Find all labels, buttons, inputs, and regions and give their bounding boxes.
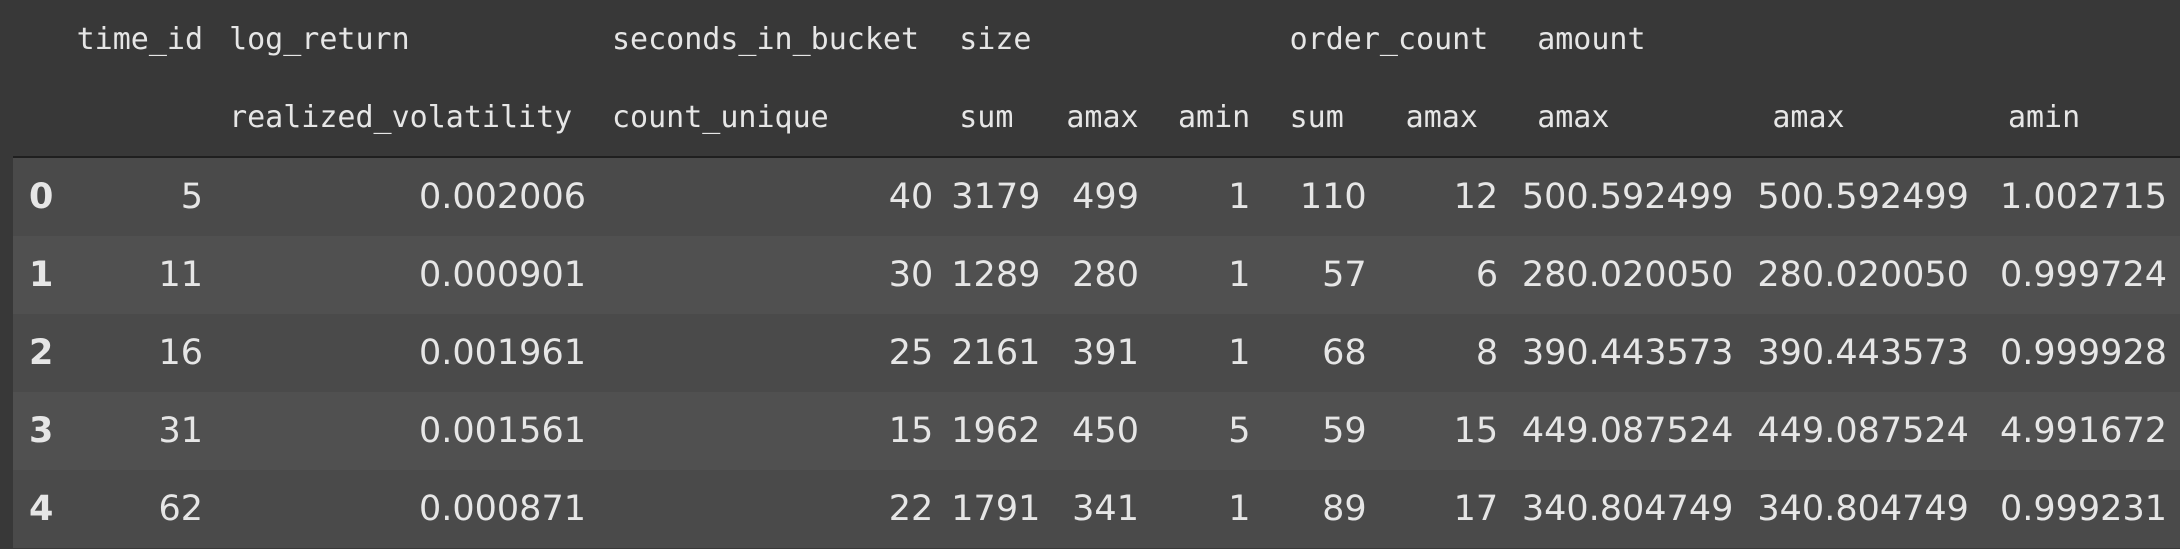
cell-amount-amax-1: 340.804749 [1521,489,1734,529]
cell-order-sum: 89 [1322,489,1367,529]
row-index: 2 [29,333,54,373]
cell-size-amax: 391 [1072,333,1139,373]
cell-realized-volatility: 0.000871 [418,489,586,529]
table-row: 1 11 0.000901 30 1289 280 1 57 6 280.020… [13,236,2180,314]
index-subheader [13,78,69,158]
subheader-size-sum: sum [933,78,1041,158]
cell-realized-volatility: 0.001961 [418,333,586,373]
cell-realized-volatility: 0.000901 [418,255,586,295]
header-seconds-in-bucket: seconds_in_bucket [612,21,920,57]
cell-count-unique: 15 [888,411,934,451]
cell-amount-amax-2: 500.592499 [1757,177,1969,217]
cell-count-unique: 22 [888,489,934,529]
cell-count-unique: 25 [888,333,934,373]
header-row-top: time_id log_return seconds_in_bucket siz… [13,0,2180,78]
header-log-return: log_return [229,21,410,57]
subheader-size-amin: amin [1151,78,1264,158]
cell-amount-amin: 0.999724 [1999,255,2167,295]
header-blank [1152,0,1264,78]
cell-size-amin: 5 [1228,411,1251,451]
row-index: 0 [29,177,54,217]
cell-size-sum: 1962 [951,411,1041,451]
cell-time-id: 5 [180,177,204,217]
cell-amount-amin: 4.991672 [1999,411,2167,451]
cell-order-amax: 12 [1453,177,1499,217]
row-index: 3 [29,411,54,451]
cell-realized-volatility: 0.002006 [418,177,586,217]
cell-order-amax: 15 [1453,411,1499,451]
header-time-id: time_id [76,21,204,57]
cell-size-sum: 1289 [951,255,1041,295]
cell-amount-amax-2: 340.804749 [1757,489,1969,529]
cell-amount-amin: 0.999928 [1999,333,2167,373]
table-row: 2 16 0.001961 25 2161 391 1 68 8 390.443… [13,314,2180,392]
header-blank [1982,0,2180,78]
cell-size-amin: 1 [1228,333,1251,373]
subheader-amount-amax-1: amax [1511,78,1747,158]
cell-size-amax: 341 [1072,489,1139,529]
header-blank [1040,0,1152,78]
cell-size-sum: 2161 [951,333,1041,373]
cell-size-amin: 1 [1228,255,1251,295]
subheader-realized-volatility: realized_volatility [203,78,586,158]
header-blank [1746,0,1982,78]
table-row: 0 5 0.002006 40 3179 499 1 110 12 500.59… [13,157,2180,236]
cell-size-amin: 1 [1228,489,1251,529]
row-index: 1 [29,255,54,295]
subheader-order-sum: sum [1263,78,1380,158]
cell-order-sum: 110 [1299,177,1367,217]
cell-amount-amin: 0.999231 [1999,489,2167,529]
cell-amount-amax-1: 500.592499 [1521,177,1734,217]
cell-amount-amax-1: 390.443573 [1521,333,1734,373]
table-row: 3 31 0.001561 15 1962 450 5 59 15 449.08… [13,392,2180,470]
subheader-size-amax: amax [1040,78,1152,158]
row-index: 4 [29,489,54,529]
cell-size-amin: 1 [1228,177,1251,217]
cell-size-sum: 3179 [951,177,1041,217]
cell-time-id: 62 [158,489,204,529]
cell-size-amax: 450 [1072,411,1139,451]
cell-amount-amax-2: 390.443573 [1757,333,1969,373]
cell-amount-amax-1: 280.020050 [1521,255,1734,295]
cell-order-amax: 8 [1475,333,1499,373]
cell-size-amax: 499 [1072,177,1139,217]
cell-amount-amax-2: 280.020050 [1757,255,1969,295]
cell-count-unique: 40 [888,177,934,217]
table-row: 4 62 0.000871 22 1791 341 1 89 17 340.80… [13,470,2180,548]
header-size: size [959,21,1032,57]
cell-order-sum: 57 [1322,255,1367,295]
cell-size-sum: 1791 [951,489,1041,529]
cell-time-id: 11 [158,255,204,295]
header-amount: amount [1537,21,1646,57]
cell-order-sum: 59 [1322,411,1367,451]
subheader-order-amax: amax [1379,78,1512,158]
cell-order-amax: 6 [1475,255,1499,295]
subheader-amount-amin: amin [1981,78,2180,158]
index-header [13,0,68,78]
cell-time-id: 31 [158,411,204,451]
subheader-blank [68,78,204,158]
cell-count-unique: 30 [888,255,934,295]
subheader-count-unique: count_unique [586,78,934,158]
cell-order-sum: 68 [1322,333,1367,373]
cell-amount-amin: 1.002715 [1999,177,2167,217]
dataframe-table: time_id log_return seconds_in_bucket siz… [13,0,2180,548]
cell-size-amax: 280 [1072,255,1139,295]
cell-order-amax: 17 [1453,489,1499,529]
header-order-count: order_count [1289,21,1489,57]
dataframe-output: time_id log_return seconds_in_bucket siz… [0,0,2180,549]
subheader-amount-amax-2: amax [1746,78,1982,158]
header-row-sub: realized_volatility count_unique sum ama… [13,78,2180,158]
cell-amount-amax-2: 449.087524 [1757,411,1969,451]
cell-realized-volatility: 0.001561 [418,411,586,451]
cell-time-id: 16 [158,333,204,373]
cell-amount-amax-1: 449.087524 [1521,411,1734,451]
